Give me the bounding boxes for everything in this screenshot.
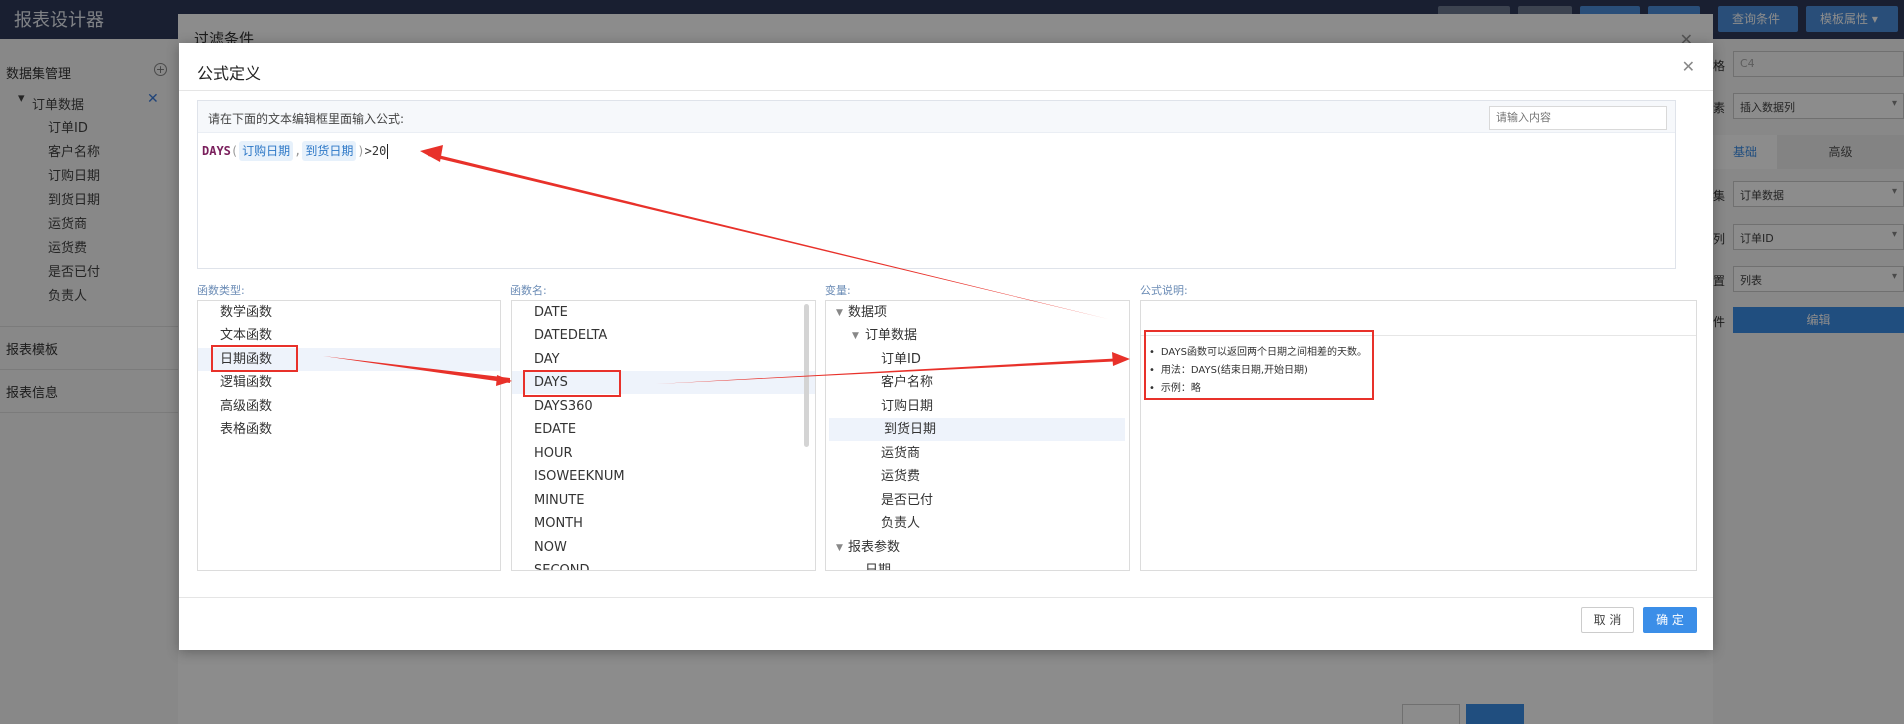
annotation-arrow-types-to-names	[323, 356, 512, 386]
annotation-arrows	[323, 145, 1130, 386]
annotation-arrow-description-to-formula	[420, 145, 1108, 319]
annotation-arrow-names-to-description	[656, 352, 1130, 384]
